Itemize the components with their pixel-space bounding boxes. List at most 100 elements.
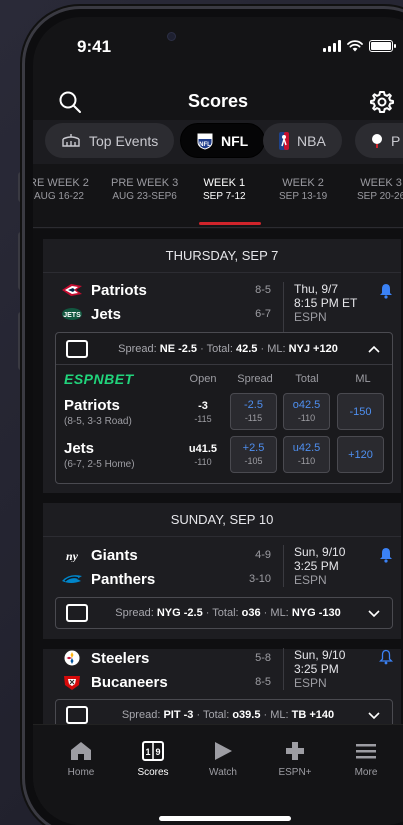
ml-bet-button[interactable]: -150 [337, 393, 384, 430]
odds-line: Spread: PIT -3 · Total: o39.5 · ML: TB +… [121, 709, 335, 721]
team-row-home[interactable]: Bucaneers [61, 671, 168, 693]
bet-team-record: (8-5, 3-3 Road) [64, 416, 132, 427]
home-indicator[interactable] [159, 816, 291, 821]
patriots-logo-icon [62, 284, 82, 296]
chevron-down-icon[interactable] [368, 710, 380, 720]
steelers-logo-icon [63, 649, 81, 667]
day-card-sunday: SUNDAY, SEP 10 ny Giants 4-9 Panthers 3-… [43, 503, 401, 729]
col-header-ml: ML [355, 373, 371, 385]
open-line: u41.5 -110 [183, 443, 223, 469]
spread-value: PIT -3 [163, 709, 194, 721]
open-value: u41.5 [188, 443, 218, 455]
day-header: THURSDAY, SEP 7 [43, 239, 401, 273]
team-row-away[interactable]: Steelers [61, 647, 149, 669]
play-icon [215, 742, 232, 760]
team-row-home[interactable]: JETS Jets [61, 303, 121, 325]
team-record: 8-5 [255, 284, 271, 296]
tab-watch[interactable]: Watch [193, 741, 253, 778]
game-time-info: Thu, 9/7 8:15 PM ET ESPN [283, 282, 357, 332]
week-item[interactable]: PRE WEEK 3 AUG 23-SEP6 [111, 176, 178, 204]
week-range: SEP 20-26 [357, 191, 403, 202]
team-row-home[interactable]: Panthers [61, 568, 155, 590]
spread-bet-button[interactable]: +2.5 -105 [230, 436, 277, 473]
week-item[interactable]: WEEK 2 SEP 13-19 [279, 176, 327, 204]
total-label: Total: [206, 342, 233, 355]
week-item[interactable]: WEEK 3 SEP 20-26 [357, 176, 403, 204]
page-title: Scores [187, 91, 249, 111]
gear-icon[interactable] [369, 89, 395, 115]
chip-nfl[interactable]: NFL NFL [180, 123, 266, 158]
device-stage: 9:41 Scores Top Events NFL NFL NBA P RE … [0, 0, 403, 825]
spread-label: Spread: [121, 709, 161, 721]
bell-icon[interactable] [379, 283, 393, 299]
chevron-down-icon[interactable] [368, 608, 380, 618]
league-chip-bar: Top Events NFL NFL NBA P [33, 120, 403, 164]
tab-home[interactable]: Home [51, 741, 111, 778]
ml-value: TB +140 [291, 709, 335, 721]
team-row-away[interactable]: Patriots [61, 279, 147, 301]
tab-more[interactable]: More [336, 741, 396, 778]
tab-espn-plus[interactable]: ESPN+ [265, 741, 325, 778]
total-odds: u42.5 [292, 442, 321, 454]
chip-next[interactable]: P [355, 123, 403, 158]
team-row-away[interactable]: ny Giants [61, 544, 138, 566]
week-label: WEEK 1 [203, 177, 246, 189]
tab-label: ESPN+ [278, 767, 312, 778]
status-icons [323, 40, 396, 52]
espnbet-brand: ESPNBET [64, 371, 134, 387]
spread-label: Spread: [118, 342, 157, 355]
chip-nba[interactable]: NBA [263, 123, 342, 158]
team-name: Giants [91, 546, 138, 564]
game-network: ESPN [294, 573, 327, 587]
chevron-up-icon[interactable] [368, 344, 380, 354]
tab-bar: Home 19 Scores Watch ESPN+ More [33, 724, 403, 825]
chip-top-events[interactable]: Top Events [45, 123, 175, 158]
scores-feed[interactable]: THURSDAY, SEP 7 Patriots 8-5 JETS Jets 6… [33, 229, 403, 729]
home-icon [71, 742, 91, 760]
odds-summary[interactable]: Spread: NE -2.5 · Total: 42.5 · ML: NYJ … [56, 333, 392, 365]
total-value: 42.5 [235, 342, 258, 355]
week-range: SEP 13-19 [279, 191, 328, 202]
ml-bet-button[interactable]: +120 [337, 436, 384, 473]
nba-logo-icon [279, 131, 289, 150]
total-value: o36 [241, 607, 261, 619]
team-record: 4-9 [255, 549, 271, 561]
week-item-selected[interactable]: WEEK 1 SEP 7-12 [203, 176, 246, 204]
menu-icon [356, 744, 376, 759]
odds-line: Spread: NYG -2.5 · Total: o36 · ML: NYG … [115, 607, 341, 619]
spread-bet-button[interactable]: -2.5 -115 [230, 393, 277, 430]
jets-logo-icon: JETS [62, 308, 82, 320]
espnbet-logo-icon [66, 604, 88, 622]
game-date: Thu, 9/7 [294, 282, 339, 296]
tab-scores[interactable]: 19 Scores [123, 741, 183, 778]
total-juice: -110 [297, 456, 316, 466]
team-name: Patriots [91, 281, 147, 299]
team-record: 3-10 [248, 573, 271, 585]
week-item[interactable]: RE WEEK 2 AUG 16-22 [33, 176, 89, 204]
svg-text:ny: ny [66, 549, 79, 562]
game-network: ESPN [294, 310, 327, 324]
game-date: Sun, 9/10 [294, 545, 346, 559]
ml-label: ML: [270, 709, 289, 721]
total-value: o39.5 [232, 709, 261, 721]
spread-value: NE -2.5 [159, 342, 198, 355]
team-name: Bucaneers [91, 673, 168, 691]
ml-label: ML: [267, 342, 286, 355]
bell-icon[interactable] [379, 547, 393, 563]
week-label: RE WEEK 2 [33, 177, 89, 189]
total-bet-button[interactable]: u42.5 -110 [283, 436, 330, 473]
odds-summary[interactable]: Spread: NYG -2.5 · Total: o36 · ML: NYG … [55, 597, 393, 629]
buccaneers-logo-icon [64, 676, 80, 690]
signal-icon [323, 40, 341, 52]
bell-outline-icon[interactable] [379, 649, 393, 665]
svg-text:JETS: JETS [63, 312, 81, 319]
week-range: AUG 23-SEP6 [112, 191, 177, 202]
svg-text:1: 1 [145, 747, 150, 757]
tab-label: More [354, 767, 378, 778]
ml-value: NYJ +120 [288, 342, 338, 355]
game-time: 8:15 PM ET [294, 296, 358, 310]
total-bet-button[interactable]: o42.5 -110 [283, 393, 330, 430]
game-time-info: Sun, 9/10 3:25 PM ESPN [283, 648, 345, 690]
day-card-thursday: THURSDAY, SEP 7 Patriots 8-5 JETS Jets 6… [43, 239, 401, 493]
game-network: ESPN [294, 676, 327, 690]
